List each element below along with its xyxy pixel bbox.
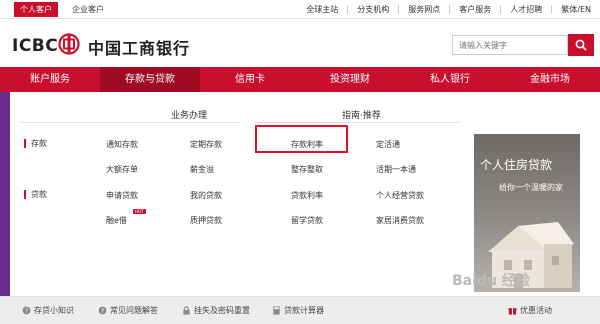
mortgage-ad-banner[interactable]: 个人住房贷款 给你一个温暖的家 — [474, 134, 580, 292]
section-divider — [255, 122, 460, 123]
link-fixed-deposit[interactable]: 定期存款 — [190, 139, 222, 150]
main-nav: 账户服务 存款与贷款 信用卡 投资理财 私人银行 金融市场 — [0, 67, 600, 92]
logo-chinese-name[interactable]: 中国工商银行 — [88, 35, 190, 59]
category-loan: 贷款 — [24, 190, 47, 199]
nav-credit-card[interactable]: 信用卡 — [200, 67, 300, 92]
nav-investment[interactable]: 投资理财 — [300, 67, 400, 92]
link-loan-rates[interactable]: 贷款利率 — [291, 190, 323, 201]
section-divider — [20, 122, 240, 123]
link-home-consumer-loan[interactable]: 家居消费贷款 — [376, 215, 424, 226]
footer-loan-calculator[interactable]: 贷款计算器 — [272, 305, 324, 316]
link-apply-loan[interactable]: 申请贷款 — [106, 190, 138, 201]
svg-text:?: ? — [101, 308, 104, 315]
link-global-site[interactable]: 全球主站 — [297, 5, 347, 14]
search-icon — [575, 39, 587, 51]
top-links: 全球主站 分支机构 服务网点 客户服务 人才招聘 繁体/EN — [297, 0, 600, 19]
tab-corporate-customer[interactable]: 企业客户 — [66, 2, 110, 17]
lock-icon — [183, 306, 190, 315]
section-title-guide: 指南·推荐 — [342, 111, 381, 121]
section-title-business: 业务办理 — [171, 111, 208, 121]
search-button[interactable] — [568, 34, 594, 56]
icbc-logo-icon[interactable] — [58, 33, 80, 55]
panel-footer-bar: ? 存贷小知识 ? 常见问题解答 挂失及密码重置 贷款计算器 优惠活动 — [0, 296, 600, 324]
link-branches[interactable]: 分支机构 — [347, 5, 398, 14]
link-customer-service[interactable]: 客户服务 — [449, 5, 500, 14]
nav-private-banking[interactable]: 私人银行 — [400, 67, 500, 92]
top-bar: 个人客户 企业客户 全球主站 分支机构 服务网点 客户服务 人才招聘 繁体/EN — [0, 0, 600, 19]
link-salary-plus[interactable]: 薪金溢 — [190, 164, 214, 175]
link-e-loan[interactable]: 融e借 — [106, 215, 127, 226]
svg-text:?: ? — [25, 308, 28, 315]
site-header: ICBC 中国工商银行 — [0, 19, 600, 67]
hot-badge: HOT — [133, 209, 146, 214]
link-business-loan[interactable]: 个人经营贷款 — [376, 190, 424, 201]
link-study-abroad-loan[interactable]: 留学贷款 — [291, 215, 323, 226]
calculator-icon — [273, 306, 280, 315]
footer-faq[interactable]: ? 常见问题解答 — [98, 305, 158, 316]
link-large-cd[interactable]: 大额存单 — [106, 164, 138, 175]
logo-icbc[interactable]: ICBC — [12, 36, 58, 56]
question-circle-icon: ? — [98, 306, 107, 315]
link-pledge-loan[interactable]: 质押贷款 — [190, 215, 222, 226]
link-ding-huo-tong[interactable]: 定活通 — [376, 139, 400, 150]
link-language[interactable]: 繁体/EN — [551, 5, 600, 14]
link-careers[interactable]: 人才招聘 — [500, 5, 551, 14]
link-current-passbook[interactable]: 活期一本通 — [376, 164, 416, 175]
gift-icon — [508, 308, 517, 315]
left-accent-strip — [0, 92, 10, 324]
link-lump-sum-deposit[interactable]: 整存整取 — [291, 164, 323, 175]
highlight-box — [255, 125, 348, 153]
baidu-watermark: Baidu 经验 — [452, 273, 530, 289]
nav-financial-markets[interactable]: 金融市场 — [500, 67, 600, 92]
question-circle-icon: ? — [22, 306, 31, 315]
link-notice-deposit[interactable]: 通知存款 — [106, 139, 138, 150]
ad-subtitle: 给你一个温暖的家 — [499, 183, 563, 192]
ad-title: 个人住房贷款 — [480, 158, 553, 172]
link-service-outlets[interactable]: 服务网点 — [398, 5, 449, 14]
footer-lost-report[interactable]: 挂失及密码重置 — [182, 305, 250, 316]
link-my-loans[interactable]: 我的贷款 — [190, 190, 222, 201]
nav-account-services[interactable]: 账户服务 — [0, 67, 100, 92]
tab-personal-customer[interactable]: 个人客户 — [14, 2, 58, 17]
footer-deposit-knowledge[interactable]: ? 存贷小知识 — [22, 305, 74, 316]
nav-deposits-loans[interactable]: 存款与贷款 — [100, 67, 200, 92]
footer-promotions[interactable]: 优惠活动 — [508, 305, 552, 316]
search-input[interactable] — [452, 35, 568, 55]
category-deposit: 存款 — [24, 139, 47, 148]
